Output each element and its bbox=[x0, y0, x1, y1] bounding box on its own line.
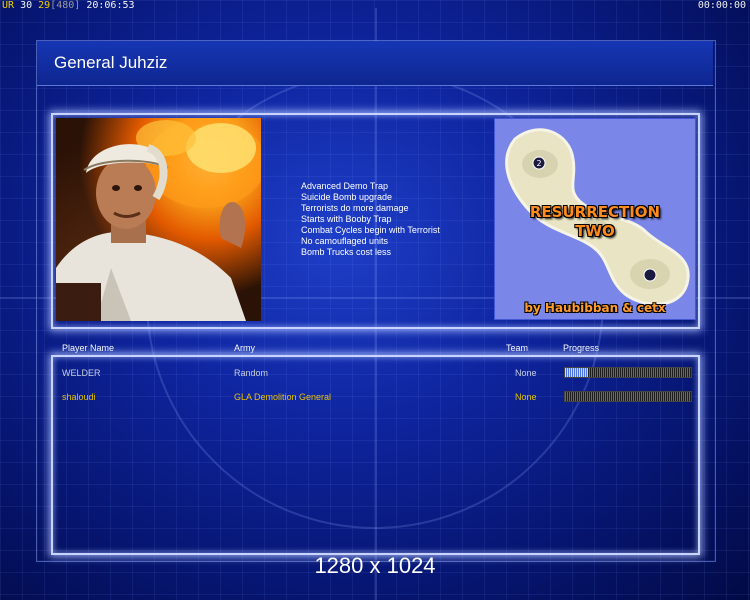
status-clock: 20:06:53 bbox=[86, 0, 135, 11]
general-portrait bbox=[56, 118, 261, 321]
table-row: shaloudi GLA Demolition General None bbox=[52, 387, 695, 407]
feature-item: Combat Cycles begin with Terrorist bbox=[301, 225, 440, 235]
feature-item: Advanced Demo Trap bbox=[301, 181, 389, 191]
player-army: GLA Demolition General bbox=[234, 392, 332, 402]
table-row: WELDER Random None bbox=[52, 363, 695, 383]
feature-item: Bomb Trucks cost less bbox=[301, 247, 392, 257]
status-tag: UR bbox=[2, 0, 15, 11]
map-preview: 2 RESURRECTION TWO by Haubibban & cetx bbox=[494, 118, 696, 320]
column-header-player: Player Name bbox=[62, 343, 115, 353]
status-left: UR 30 29[480] 20:06:53 bbox=[2, 0, 135, 11]
general-portrait-illustration bbox=[56, 118, 261, 321]
feature-item: Suicide Bomb upgrade bbox=[301, 192, 393, 202]
status-bar: UR 30 29[480] 20:06:53 00:00:00 bbox=[0, 0, 750, 13]
map-credit: by Haubibban & cetx bbox=[524, 301, 666, 315]
player-name: shaloudi bbox=[62, 392, 96, 402]
feature-item: No camouflaged units bbox=[301, 236, 389, 246]
map-title-line: RESURRECTION bbox=[529, 203, 661, 221]
resolution-caption: 1280 x 1024 bbox=[314, 553, 436, 578]
map-title-line: TWO bbox=[575, 222, 615, 240]
status-bracket-value: [480] bbox=[50, 0, 81, 11]
player-team: None bbox=[515, 368, 537, 378]
players-panel bbox=[51, 355, 700, 555]
loading-progress-fill bbox=[565, 368, 588, 377]
general-features-list: Advanced Demo Trap Suicide Bomb upgrade … bbox=[301, 181, 440, 258]
column-header-progress: Progress bbox=[563, 343, 600, 353]
feature-item: Starts with Booby Trap bbox=[301, 214, 392, 224]
map-title: RESURRECTION TWO bbox=[495, 203, 695, 241]
player-army: Random bbox=[234, 368, 269, 378]
column-header-army: Army bbox=[234, 343, 255, 353]
feature-item: Terrorists do more damage bbox=[301, 203, 409, 213]
page-title: General Juhziz bbox=[54, 53, 168, 72]
status-timer: 00:00:00 bbox=[697, 0, 746, 11]
player-team: None bbox=[515, 392, 537, 402]
status-n1: 30 bbox=[20, 0, 33, 11]
loading-progress-bar bbox=[564, 367, 692, 378]
status-n2: 29 bbox=[38, 0, 51, 11]
map-start-marker bbox=[643, 268, 657, 282]
loading-progress-bar bbox=[564, 391, 692, 402]
player-name: WELDER bbox=[62, 368, 101, 378]
column-header-team: Team bbox=[506, 343, 529, 353]
map-start-marker-label: 2 bbox=[536, 159, 541, 168]
